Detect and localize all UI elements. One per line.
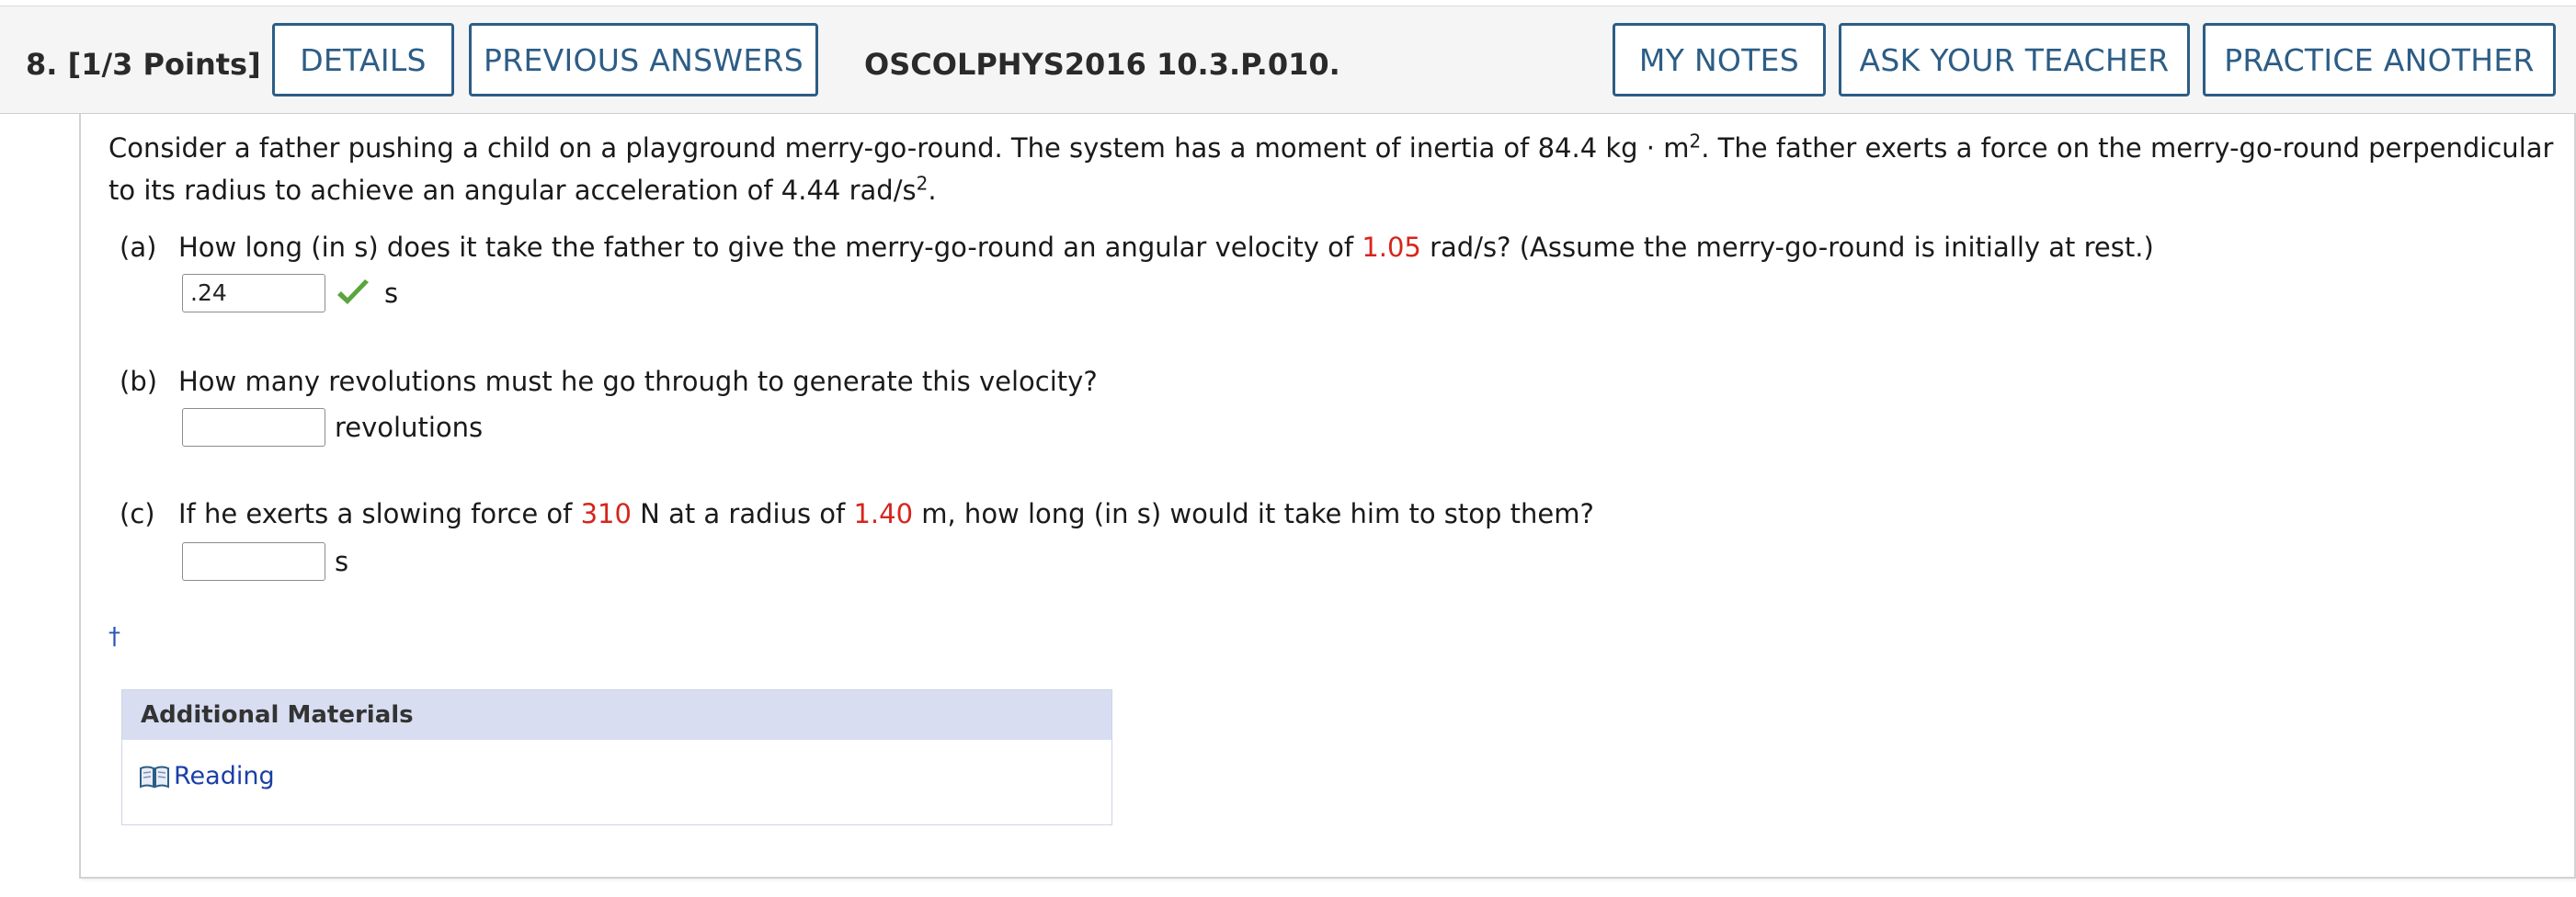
part-c-text-1: If he exerts a slowing force of [178,498,581,529]
question-header: 8. [1/3 Points] DETAILS PREVIOUS ANSWERS… [0,6,2576,114]
problem-statement: Consider a father pushing a child on a p… [108,127,2572,211]
part-b-answer-input[interactable] [182,408,325,447]
part-a-label: (a) [120,232,157,263]
intro-sup-2: 2 [916,172,929,195]
reading-label: Reading [174,762,275,790]
part-c-answer-input[interactable] [182,542,325,581]
my-notes-button[interactable]: MY NOTES [1613,23,1826,97]
additional-materials-panel: Additional Materials Reading [121,689,1112,825]
reading-link[interactable]: Reading [139,762,275,790]
footnote-link[interactable]: † [108,623,120,651]
intro-sup-1: 2 [1689,130,1702,153]
part-c-unit: s [335,546,349,577]
problem-code: OSCOLPHYS2016 10.3.P.010. [864,47,1340,82]
part-a-answer-input[interactable]: .24 [182,274,325,312]
part-c-text-3: m, how long (in s) would it take him to … [913,498,1594,529]
part-c-highlight-radius: 1.40 [853,498,914,529]
part-b-text: How many revolutions must he go through … [178,366,1098,397]
book-icon [140,766,169,789]
question-page: 8. [1/3 Points] DETAILS PREVIOUS ANSWERS… [0,0,2576,897]
part-c-answer-row: s [182,542,348,581]
part-c-text-2: N at a radius of [631,498,854,529]
part-c-question: (c) If he exerts a slowing force of 310 N… [120,498,1594,529]
part-a-highlight-value: 1.05 [1362,232,1421,263]
part-a-text-before: How long (in s) does it take the father … [178,232,1362,263]
ask-your-teacher-button[interactable]: ASK YOUR TEACHER [1839,23,2190,97]
practice-another-button[interactable]: PRACTICE ANOTHER [2203,23,2556,97]
previous-answers-button[interactable]: PREVIOUS ANSWERS [469,23,818,97]
intro-text-3: . [928,175,937,206]
intro-text-1: Consider a father pushing a child on a p… [108,132,1690,164]
checkmark-icon [337,279,369,304]
details-button[interactable]: DETAILS [272,23,454,97]
part-a-unit: s [384,278,399,309]
part-a-question: (a) How long (in s) does it take the fath… [120,232,2154,263]
question-body: Consider a father pushing a child on a p… [79,114,2576,879]
part-b-unit: revolutions [335,412,484,443]
part-c-label: (c) [120,498,155,529]
part-b-label: (b) [120,366,158,397]
additional-materials-title: Additional Materials [122,690,1111,740]
part-a-text-after: rad/s? (Assume the merry-go-round is ini… [1420,232,2154,263]
part-c-highlight-force: 310 [580,498,632,529]
part-a-answer-row: .24 s [182,274,398,312]
question-title: 8. [1/3 Points] [26,47,261,82]
part-b-question: (b) How many revolutions must he go throu… [120,366,1098,397]
part-b-answer-row: revolutions [182,408,483,447]
